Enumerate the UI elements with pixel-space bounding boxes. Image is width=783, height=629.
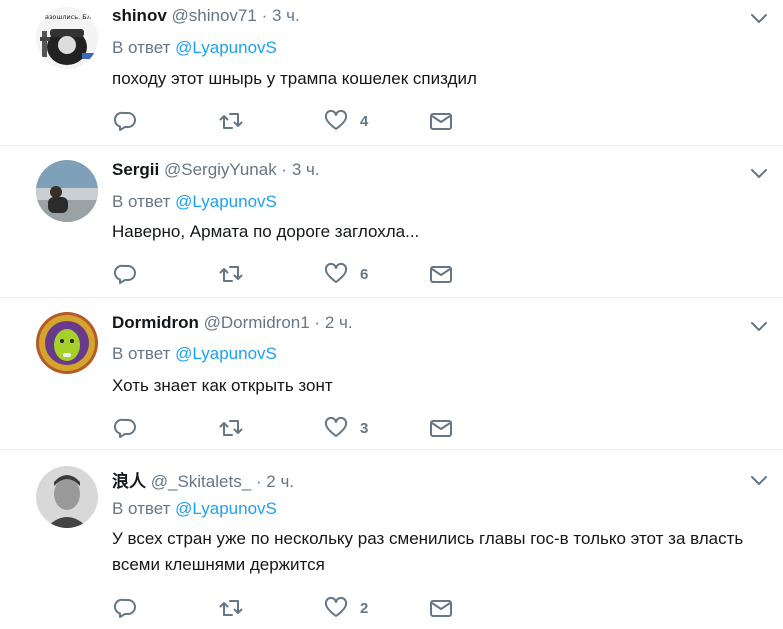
tweet-actions: 2 (112, 596, 472, 620)
reply-button[interactable] (114, 596, 138, 620)
tweet-header: Sergii @SergiyYunak · 3 ч. (112, 160, 320, 180)
tweet-1[interactable]: Разошлись. Бл. shinov @shinov71 · 3 ч. В… (0, 0, 783, 146)
reply-prefix: В ответ (112, 192, 176, 211)
reply-to-link[interactable]: @LyapunovS (175, 192, 277, 211)
avatar[interactable] (36, 466, 98, 528)
username[interactable]: @Dormidron1 (204, 313, 310, 332)
reply-to-link[interactable]: @LyapunovS (175, 344, 277, 363)
tweet-actions: 6 (112, 262, 472, 286)
dm-button[interactable] (429, 262, 453, 286)
timestamp[interactable]: 2 ч. (325, 313, 353, 332)
envelope-icon (430, 420, 452, 437)
display-name[interactable]: shinov (112, 6, 167, 25)
tweet-4[interactable]: 浪人 @_Skitalets_ · 2 ч. В ответ @Lyapunov… (0, 450, 783, 629)
reply-prefix: В ответ (112, 38, 176, 57)
dm-button[interactable] (429, 416, 453, 440)
separator: · (251, 472, 267, 491)
chevron-down-icon[interactable] (750, 11, 768, 25)
envelope-icon (430, 113, 452, 130)
reply-context: В ответ @LyapunovS (112, 499, 277, 519)
retweet-button[interactable] (219, 109, 243, 133)
like-button[interactable]: 3 (324, 416, 368, 440)
tweet-text: У всех стран уже по нескольку раз сменил… (112, 529, 744, 574)
heart-icon (324, 416, 348, 437)
like-count: 3 (360, 419, 369, 437)
reply-context: В ответ @LyapunovS (112, 38, 277, 58)
retweet-button[interactable] (219, 262, 243, 286)
dm-button[interactable] (429, 109, 453, 133)
timestamp[interactable]: 3 ч. (272, 6, 300, 25)
like-button[interactable]: 6 (324, 262, 368, 286)
username[interactable]: @SergiyYunak (164, 160, 277, 179)
tweet-actions: 4 (112, 109, 472, 133)
tweet-2[interactable]: Sergii @SergiyYunak · 3 ч. В ответ @Lyap… (0, 146, 783, 298)
reply-context: В ответ @LyapunovS (112, 192, 277, 212)
like-count: 4 (360, 112, 369, 130)
like-count: 2 (360, 599, 369, 617)
tweet-text: Наверно, Армата по дороге заглохла... (112, 222, 420, 241)
display-name[interactable]: 浪人 (112, 472, 146, 491)
reply-button[interactable] (114, 416, 138, 440)
like-button[interactable]: 4 (324, 109, 368, 133)
reply-to-link[interactable]: @LyapunovS (175, 499, 277, 518)
reply-button[interactable] (114, 109, 138, 133)
username[interactable]: @_Skitalets_ (151, 472, 251, 491)
retweet-icon (219, 113, 243, 129)
tweet-3[interactable]: Dormidron @Dormidron1 · 2 ч. В ответ @Ly… (0, 298, 783, 450)
tweet-header: shinov @shinov71 · 3 ч. (112, 6, 300, 26)
like-count: 6 (360, 265, 369, 283)
reply-icon (114, 111, 136, 131)
reply-icon (114, 598, 136, 618)
display-name[interactable]: Sergii (112, 160, 159, 179)
display-name[interactable]: Dormidron (112, 313, 199, 332)
timestamp[interactable]: 3 ч. (292, 160, 320, 179)
avatar[interactable]: Разошлись. Бл. (36, 7, 98, 69)
tweet-header: 浪人 @_Skitalets_ · 2 ч. (112, 467, 294, 492)
reply-context: В ответ @LyapunovS (112, 344, 277, 364)
avatar-caption: Разошлись. Бл. (41, 13, 93, 21)
chevron-down-icon[interactable] (750, 166, 768, 180)
envelope-icon (430, 266, 452, 283)
tweet-header: Dormidron @Dormidron1 · 2 ч. (112, 313, 353, 333)
envelope-icon (430, 600, 452, 617)
like-button[interactable]: 2 (324, 596, 368, 620)
chevron-down-icon[interactable] (750, 319, 768, 333)
chevron-down-icon[interactable] (750, 473, 768, 487)
retweet-icon (219, 420, 243, 436)
avatar[interactable] (36, 312, 98, 374)
retweet-icon (219, 266, 243, 282)
separator: · (256, 6, 272, 25)
separator: · (309, 313, 325, 332)
timestamp[interactable]: 2 ч. (266, 472, 294, 491)
username[interactable]: @shinov71 (172, 6, 257, 25)
tweet-actions: 3 (112, 416, 472, 440)
retweet-icon (219, 600, 243, 616)
reply-to-link[interactable]: @LyapunovS (175, 38, 277, 57)
reply-prefix: В ответ (112, 499, 176, 518)
avatar[interactable] (36, 160, 98, 222)
tweet-text: Хоть знает как открыть зонт (112, 376, 333, 395)
reply-icon (114, 264, 136, 284)
tweet-text: походу этот шнырь у трампа кошелек спизд… (112, 69, 477, 88)
dm-button[interactable] (429, 596, 453, 620)
reply-prefix: В ответ (112, 344, 176, 363)
heart-icon (324, 262, 348, 283)
separator: · (276, 160, 292, 179)
heart-icon (324, 596, 348, 617)
reply-button[interactable] (114, 262, 138, 286)
reply-icon (114, 418, 136, 438)
retweet-button[interactable] (219, 416, 243, 440)
retweet-button[interactable] (219, 596, 243, 620)
heart-icon (324, 109, 348, 130)
